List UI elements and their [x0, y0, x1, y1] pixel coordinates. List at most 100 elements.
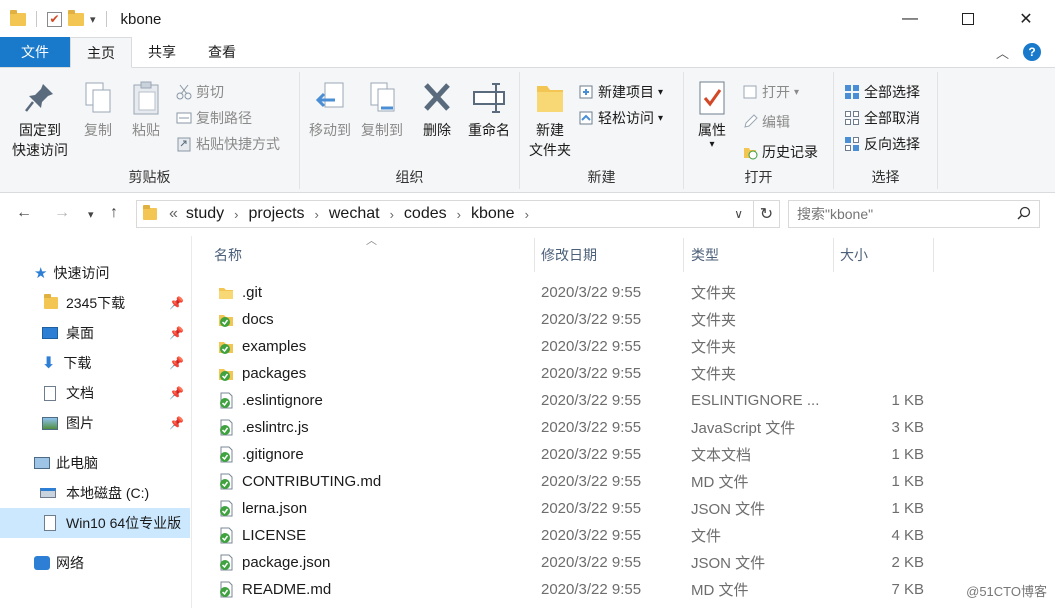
search-icon[interactable] — [1017, 206, 1031, 223]
copy-button[interactable]: 复制 — [76, 80, 120, 140]
sidebar-item-desktop[interactable]: 桌面 📌 — [0, 318, 190, 348]
group-label-select: 选择 — [871, 169, 900, 185]
sidebar-item-quick-access[interactable]: ★ 快速访问 — [0, 258, 190, 288]
file-date: 2020/3/22 9:55 — [541, 473, 642, 490]
recent-locations-chevron-icon[interactable]: ▾ — [88, 208, 94, 221]
invert-selection-button[interactable]: 反向选择 — [844, 132, 920, 156]
pin-icon[interactable]: 📌 — [169, 386, 184, 400]
properties-button[interactable]: 属性 ▾ — [688, 80, 736, 150]
chevron-right-icon[interactable]: › — [315, 207, 319, 222]
network-icon — [34, 556, 50, 570]
file-row[interactable]: .eslintignore 2020/3/22 9:55 ESLINTIGNORE … — [214, 387, 944, 414]
column-header-type[interactable]: 类型 — [691, 240, 831, 270]
breadcrumb-study[interactable]: study — [186, 205, 224, 223]
pin-icon[interactable]: 📌 — [169, 416, 184, 430]
help-icon[interactable]: ? — [1023, 43, 1041, 61]
cut-button[interactable]: 剪切 — [176, 80, 224, 104]
close-button[interactable]: ✕ — [997, 0, 1055, 38]
file-row[interactable]: docs 2020/3/22 9:55 文件夹 — [214, 306, 944, 333]
maximize-button[interactable] — [939, 0, 997, 38]
chevron-right-icon[interactable]: › — [525, 207, 529, 222]
sidebar-item-documents[interactable]: 文档 📌 — [0, 378, 190, 408]
sidebar-item-win10-disc[interactable]: Win10 64位专业版 — [0, 508, 190, 538]
group-label-open: 打开 — [744, 169, 773, 185]
paste-button[interactable]: 粘贴 — [124, 80, 168, 140]
sidebar-item-pictures[interactable]: 图片 📌 — [0, 408, 190, 438]
new-folder-button[interactable]: 新建 文件夹 — [524, 80, 576, 160]
breadcrumb-wechat[interactable]: wechat — [329, 205, 380, 223]
edit-button[interactable]: 编辑 — [742, 110, 790, 134]
breadcrumb-overflow[interactable]: « — [169, 205, 178, 223]
folder-icon — [10, 9, 26, 26]
new-folder-icon[interactable] — [68, 9, 84, 26]
breadcrumb-projects[interactable]: projects — [249, 205, 305, 223]
properties-check-icon[interactable]: ✔ — [47, 11, 62, 27]
file-name: .eslintrc.js — [242, 419, 309, 436]
chevron-right-icon[interactable]: › — [234, 207, 238, 222]
breadcrumb-kbone[interactable]: kbone — [471, 205, 515, 223]
address-dropdown-icon[interactable]: ∨ — [734, 207, 743, 221]
pin-quick-access-button[interactable]: 固定到 快速访问 — [6, 80, 74, 160]
file-type: 文件夹 — [691, 366, 737, 383]
easy-access-button[interactable]: 轻松访问 ▾ — [578, 106, 663, 130]
history-icon — [742, 144, 758, 160]
column-header-name[interactable]: 名称 — [214, 240, 534, 270]
file-row[interactable]: README.md 2020/3/22 9:55 MD 文件 7 KB — [214, 576, 944, 603]
tab-share[interactable]: 共享 — [132, 37, 192, 67]
column-header-date[interactable]: 修改日期 — [541, 240, 681, 270]
file-row[interactable]: packages 2020/3/22 9:55 文件夹 — [214, 360, 944, 387]
forward-arrow-icon[interactable]: → — [54, 204, 70, 222]
select-all-button[interactable]: 全部选择 — [844, 80, 920, 104]
select-none-button[interactable]: 全部取消 — [844, 106, 920, 130]
tab-view[interactable]: 查看 — [192, 37, 252, 67]
search-input[interactable] — [797, 206, 1007, 222]
sidebar-item-network[interactable]: 网络 — [0, 548, 190, 578]
paste-shortcut-button[interactable]: 粘贴快捷方式 — [176, 132, 280, 156]
file-row[interactable]: .eslintrc.js 2020/3/22 9:55 JavaScript 文件 3… — [214, 414, 944, 441]
sidebar-item-downloads[interactable]: ⬇ 下载 📌 — [0, 348, 190, 378]
tab-home[interactable]: 主页 — [70, 37, 132, 68]
move-to-button[interactable]: 移动到 — [304, 80, 356, 140]
file-row[interactable]: examples 2020/3/22 9:55 文件夹 — [214, 333, 944, 360]
customize-toolbar-icon[interactable]: ▾ — [90, 13, 96, 26]
rename-button[interactable]: 重命名 — [462, 80, 516, 140]
file-name: docs — [242, 311, 274, 328]
file-row[interactable]: CONTRIBUTING.md 2020/3/22 9:55 MD 文件 1 KB — [214, 468, 944, 495]
up-arrow-icon[interactable]: ↑ — [110, 204, 118, 222]
chevron-right-icon[interactable]: › — [457, 207, 461, 222]
address-box[interactable]: « study › projects › wechat › codes › kbone ›… — [136, 200, 780, 228]
sidebar-item-this-pc[interactable]: 此电脑 — [0, 448, 190, 478]
pin-icon[interactable]: 📌 — [169, 296, 184, 310]
tab-file[interactable]: 文件 — [0, 37, 70, 67]
expand-ribbon-icon[interactable]: ︿ — [996, 43, 1009, 62]
delete-button[interactable]: 删除 — [412, 80, 462, 140]
group-open: 属性 ▾ 打开 ▾ 编辑 历史记录 打开 — [684, 72, 834, 189]
file-row[interactable]: lerna.json 2020/3/22 9:55 JSON 文件 1 KB — [214, 495, 944, 522]
column-header-size[interactable]: 大小 — [840, 240, 930, 270]
properties-icon — [695, 80, 729, 116]
file-row[interactable]: package.json 2020/3/22 9:55 JSON 文件 2 KB — [214, 549, 944, 576]
copy-path-button[interactable]: 复制路径 — [176, 106, 252, 130]
refresh-icon[interactable]: ↻ — [753, 201, 779, 227]
sidebar-item-local-disk-c[interactable]: 本地磁盘 (C:) — [0, 478, 190, 508]
file-date: 2020/3/22 9:55 — [541, 500, 642, 517]
file-row[interactable]: LICENSE 2020/3/22 9:55 文件 4 KB — [214, 522, 944, 549]
breadcrumb-codes[interactable]: codes — [404, 205, 447, 223]
search-box[interactable] — [788, 200, 1040, 228]
chevron-right-icon[interactable]: › — [390, 207, 394, 222]
file-type: 文件夹 — [691, 339, 737, 356]
minimize-button[interactable]: — — [881, 0, 939, 38]
pin-icon[interactable]: 📌 — [169, 356, 184, 370]
file-row[interactable]: .git 2020/3/22 9:55 文件夹 — [214, 279, 944, 306]
file-name: examples — [242, 338, 307, 355]
open-button[interactable]: 打开 ▾ — [742, 80, 799, 104]
file-date: 2020/3/22 9:55 — [541, 527, 642, 544]
synced-file-icon — [218, 473, 234, 490]
new-item-button[interactable]: 新建项目 ▾ — [578, 80, 663, 104]
history-button[interactable]: 历史记录 — [742, 140, 818, 164]
pin-icon[interactable]: 📌 — [169, 326, 184, 340]
copy-to-button[interactable]: 复制到 — [356, 80, 408, 140]
back-arrow-icon[interactable]: ← — [16, 204, 32, 222]
file-row[interactable]: .gitignore 2020/3/22 9:55 文本文档 1 KB — [214, 441, 944, 468]
sidebar-item-2345-downloads[interactable]: 2345下载 📌 — [0, 288, 190, 318]
